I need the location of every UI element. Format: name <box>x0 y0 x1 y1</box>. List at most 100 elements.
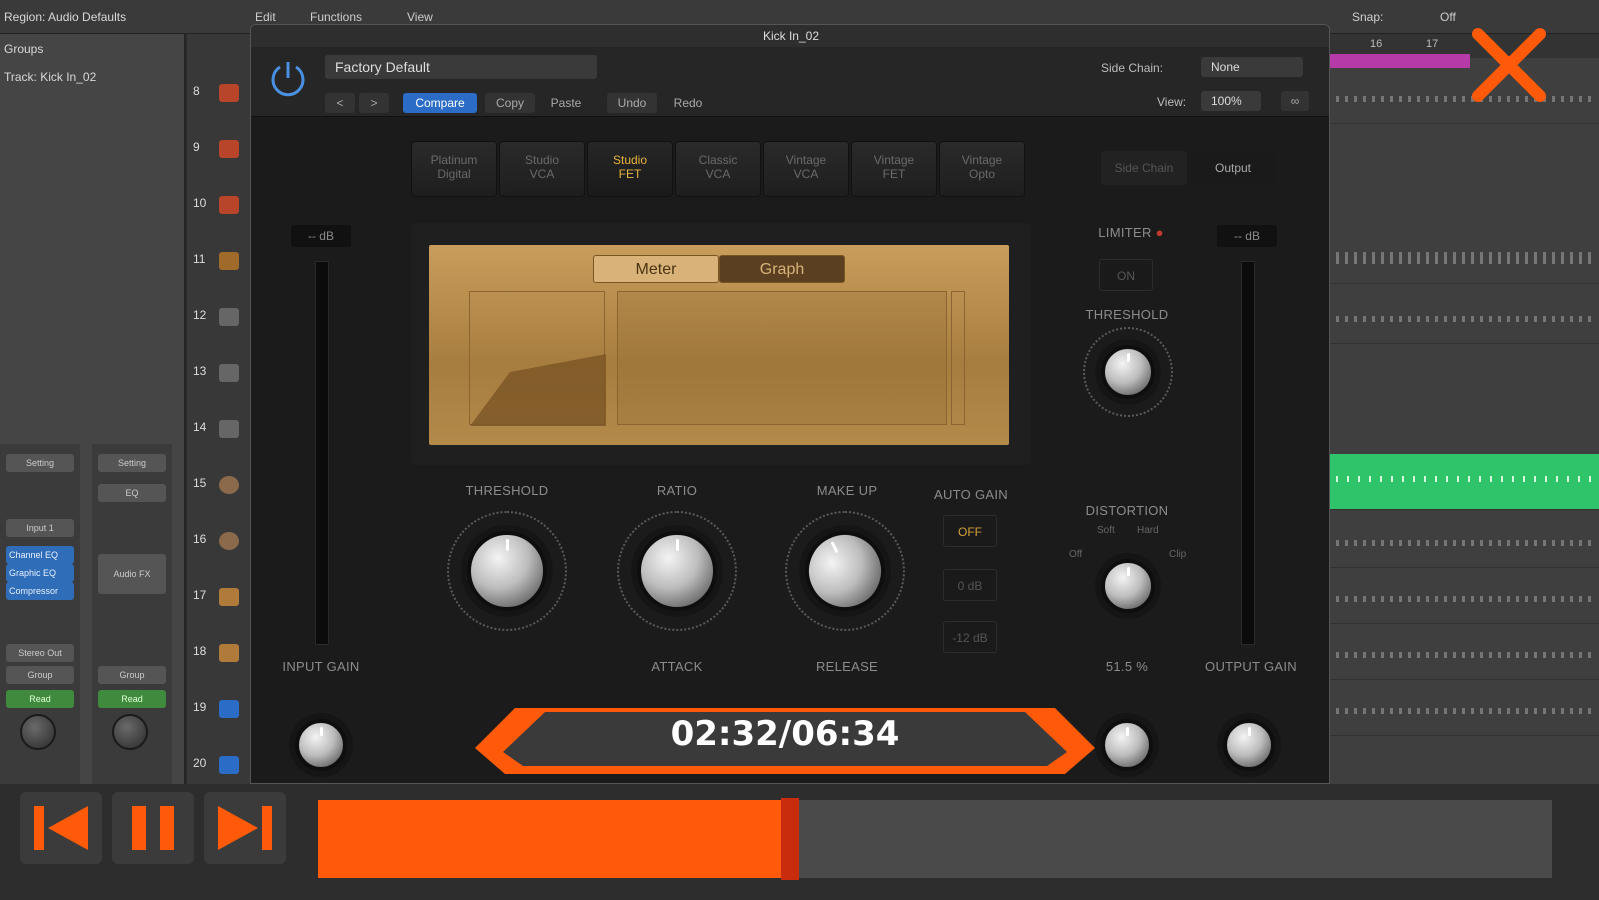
previous-button[interactable] <box>20 792 102 864</box>
view-dropdown[interactable]: 100% <box>1201 91 1261 111</box>
compare-button[interactable]: Compare <box>403 93 477 113</box>
distortion-knob[interactable] <box>1101 559 1155 613</box>
ruler-bar: 16 <box>1370 38 1383 50</box>
amp-icon <box>219 588 239 606</box>
close-icon[interactable] <box>1470 26 1548 104</box>
strip2-automation[interactable]: Read <box>98 690 166 708</box>
output-meter-readout: -- dB <box>1217 225 1277 247</box>
strip1-insert-1[interactable]: Channel EQ <box>6 546 74 564</box>
knob-pointer <box>1125 727 1129 736</box>
previous-preset-button[interactable]: < <box>325 93 355 113</box>
track-number: 19 <box>193 700 207 714</box>
threshold-knob[interactable] <box>467 531 547 611</box>
knob-pointer <box>1247 727 1251 736</box>
groups-label[interactable]: Groups <box>4 42 43 56</box>
pause-button[interactable] <box>112 792 194 864</box>
auto-gain-minus12db-button[interactable]: -12 dB <box>943 621 997 653</box>
skip-forward-icon <box>218 806 272 850</box>
progress-handle[interactable] <box>781 798 799 880</box>
model-vintage-opto[interactable]: Vintage Opto <box>939 141 1025 197</box>
cycle-region[interactable] <box>1330 54 1470 68</box>
strip2-audio-fx[interactable]: Audio FX <box>98 554 166 594</box>
knob-pointer <box>1126 567 1130 576</box>
strip1-pan-knob[interactable] <box>20 714 56 750</box>
threshold-label: THRESHOLD <box>465 483 549 498</box>
model-label: Classic <box>698 153 738 167</box>
tab-side-chain[interactable]: Side Chain <box>1101 151 1187 185</box>
next-preset-button[interactable]: > <box>359 93 389 113</box>
drumstick-icon <box>219 252 239 270</box>
side-chain-dropdown[interactable]: None <box>1201 57 1303 77</box>
output-gain-label: OUTPUT GAIN <box>1205 659 1297 674</box>
limiter-on-button[interactable]: ON <box>1099 259 1153 291</box>
strip1-insert-2[interactable]: Graphic EQ <box>6 564 74 582</box>
strip2-group[interactable]: Group <box>98 666 166 684</box>
plugin-window-title[interactable]: Kick In_02 <box>251 25 1329 47</box>
mix-knob[interactable] <box>1101 719 1153 771</box>
tab-output[interactable]: Output <box>1191 151 1275 185</box>
model-platinum-digital[interactable]: Platinum Digital <box>411 141 497 197</box>
waveform <box>1336 96 1591 102</box>
tab-graph[interactable]: Graph <box>719 255 845 283</box>
limiter-threshold-knob[interactable] <box>1101 345 1155 399</box>
track-lane[interactable] <box>1330 630 1599 680</box>
track-lane[interactable] <box>1330 574 1599 624</box>
next-button[interactable] <box>204 792 286 864</box>
track-lane[interactable] <box>1330 234 1599 284</box>
track-label[interactable]: Track: Kick In_02 <box>4 70 96 84</box>
input-gain-knob[interactable] <box>295 719 347 771</box>
model-vintage-vca[interactable]: Vintage VCA <box>763 141 849 197</box>
link-icon[interactable]: ∞ <box>1281 91 1309 111</box>
auto-gain-0db-button[interactable]: 0 dB <box>943 569 997 601</box>
track-number: 15 <box>193 476 207 490</box>
preset-dropdown[interactable]: Factory Default <box>325 55 597 79</box>
track-number: 18 <box>193 644 207 658</box>
ruler-bar: 17 <box>1426 38 1439 50</box>
strip1-insert-3[interactable]: Compressor <box>6 582 74 600</box>
strip1-automation[interactable]: Read <box>6 690 74 708</box>
tab-meter[interactable]: Meter <box>593 255 719 283</box>
skip-back-icon <box>34 806 88 850</box>
paste-button[interactable]: Paste <box>541 93 591 113</box>
strip2-setting[interactable]: Setting <box>98 454 166 472</box>
track-lane[interactable] <box>1330 74 1599 124</box>
strip2-eq[interactable]: EQ <box>98 484 166 502</box>
selected-region[interactable] <box>1330 454 1599 510</box>
snap-value[interactable]: Off <box>1440 10 1456 24</box>
track-lane[interactable] <box>1330 686 1599 736</box>
strip1-setting[interactable]: Setting <box>6 454 74 472</box>
model-label: VCA <box>529 167 555 181</box>
model-vintage-fet[interactable]: Vintage FET <box>851 141 937 197</box>
strip1-group[interactable]: Group <box>6 666 74 684</box>
strip2-pan-knob[interactable] <box>112 714 148 750</box>
strip1-output[interactable]: Stereo Out <box>6 644 74 662</box>
model-classic-vca[interactable]: Classic VCA <box>675 141 761 197</box>
copy-button[interactable]: Copy <box>485 93 535 113</box>
auto-gain-off-button[interactable]: OFF <box>943 515 997 547</box>
redo-button[interactable]: Redo <box>663 93 713 113</box>
drum-icon <box>219 532 239 550</box>
track-lane[interactable] <box>1330 518 1599 568</box>
strip1-input[interactable]: Input 1 <box>6 519 74 537</box>
undo-button[interactable]: Undo <box>607 93 657 113</box>
release-label: RELEASE <box>815 659 879 674</box>
track-number: 9 <box>193 140 200 154</box>
output-gain-knob[interactable] <box>1223 719 1275 771</box>
track-number: 17 <box>193 588 207 602</box>
region-label[interactable]: Region: Audio Defaults <box>4 10 126 24</box>
menu-view[interactable]: View <box>407 10 433 24</box>
model-label: Vintage <box>785 153 827 167</box>
power-icon[interactable] <box>267 57 309 99</box>
microphone-icon <box>219 364 239 382</box>
model-studio-fet[interactable]: Studio FET <box>587 141 673 197</box>
distortion-clip-label: Clip <box>1169 549 1187 560</box>
waveform <box>1336 652 1591 658</box>
ratio-knob[interactable] <box>637 531 717 611</box>
model-studio-vca[interactable]: Studio VCA <box>499 141 585 197</box>
track-lane[interactable] <box>1330 294 1599 344</box>
menu-edit[interactable]: Edit <box>255 10 276 24</box>
makeup-label: MAKE UP <box>816 483 878 498</box>
menu-functions[interactable]: Functions <box>310 10 362 24</box>
cymbal-icon <box>219 756 239 774</box>
model-label: FET <box>618 167 642 181</box>
